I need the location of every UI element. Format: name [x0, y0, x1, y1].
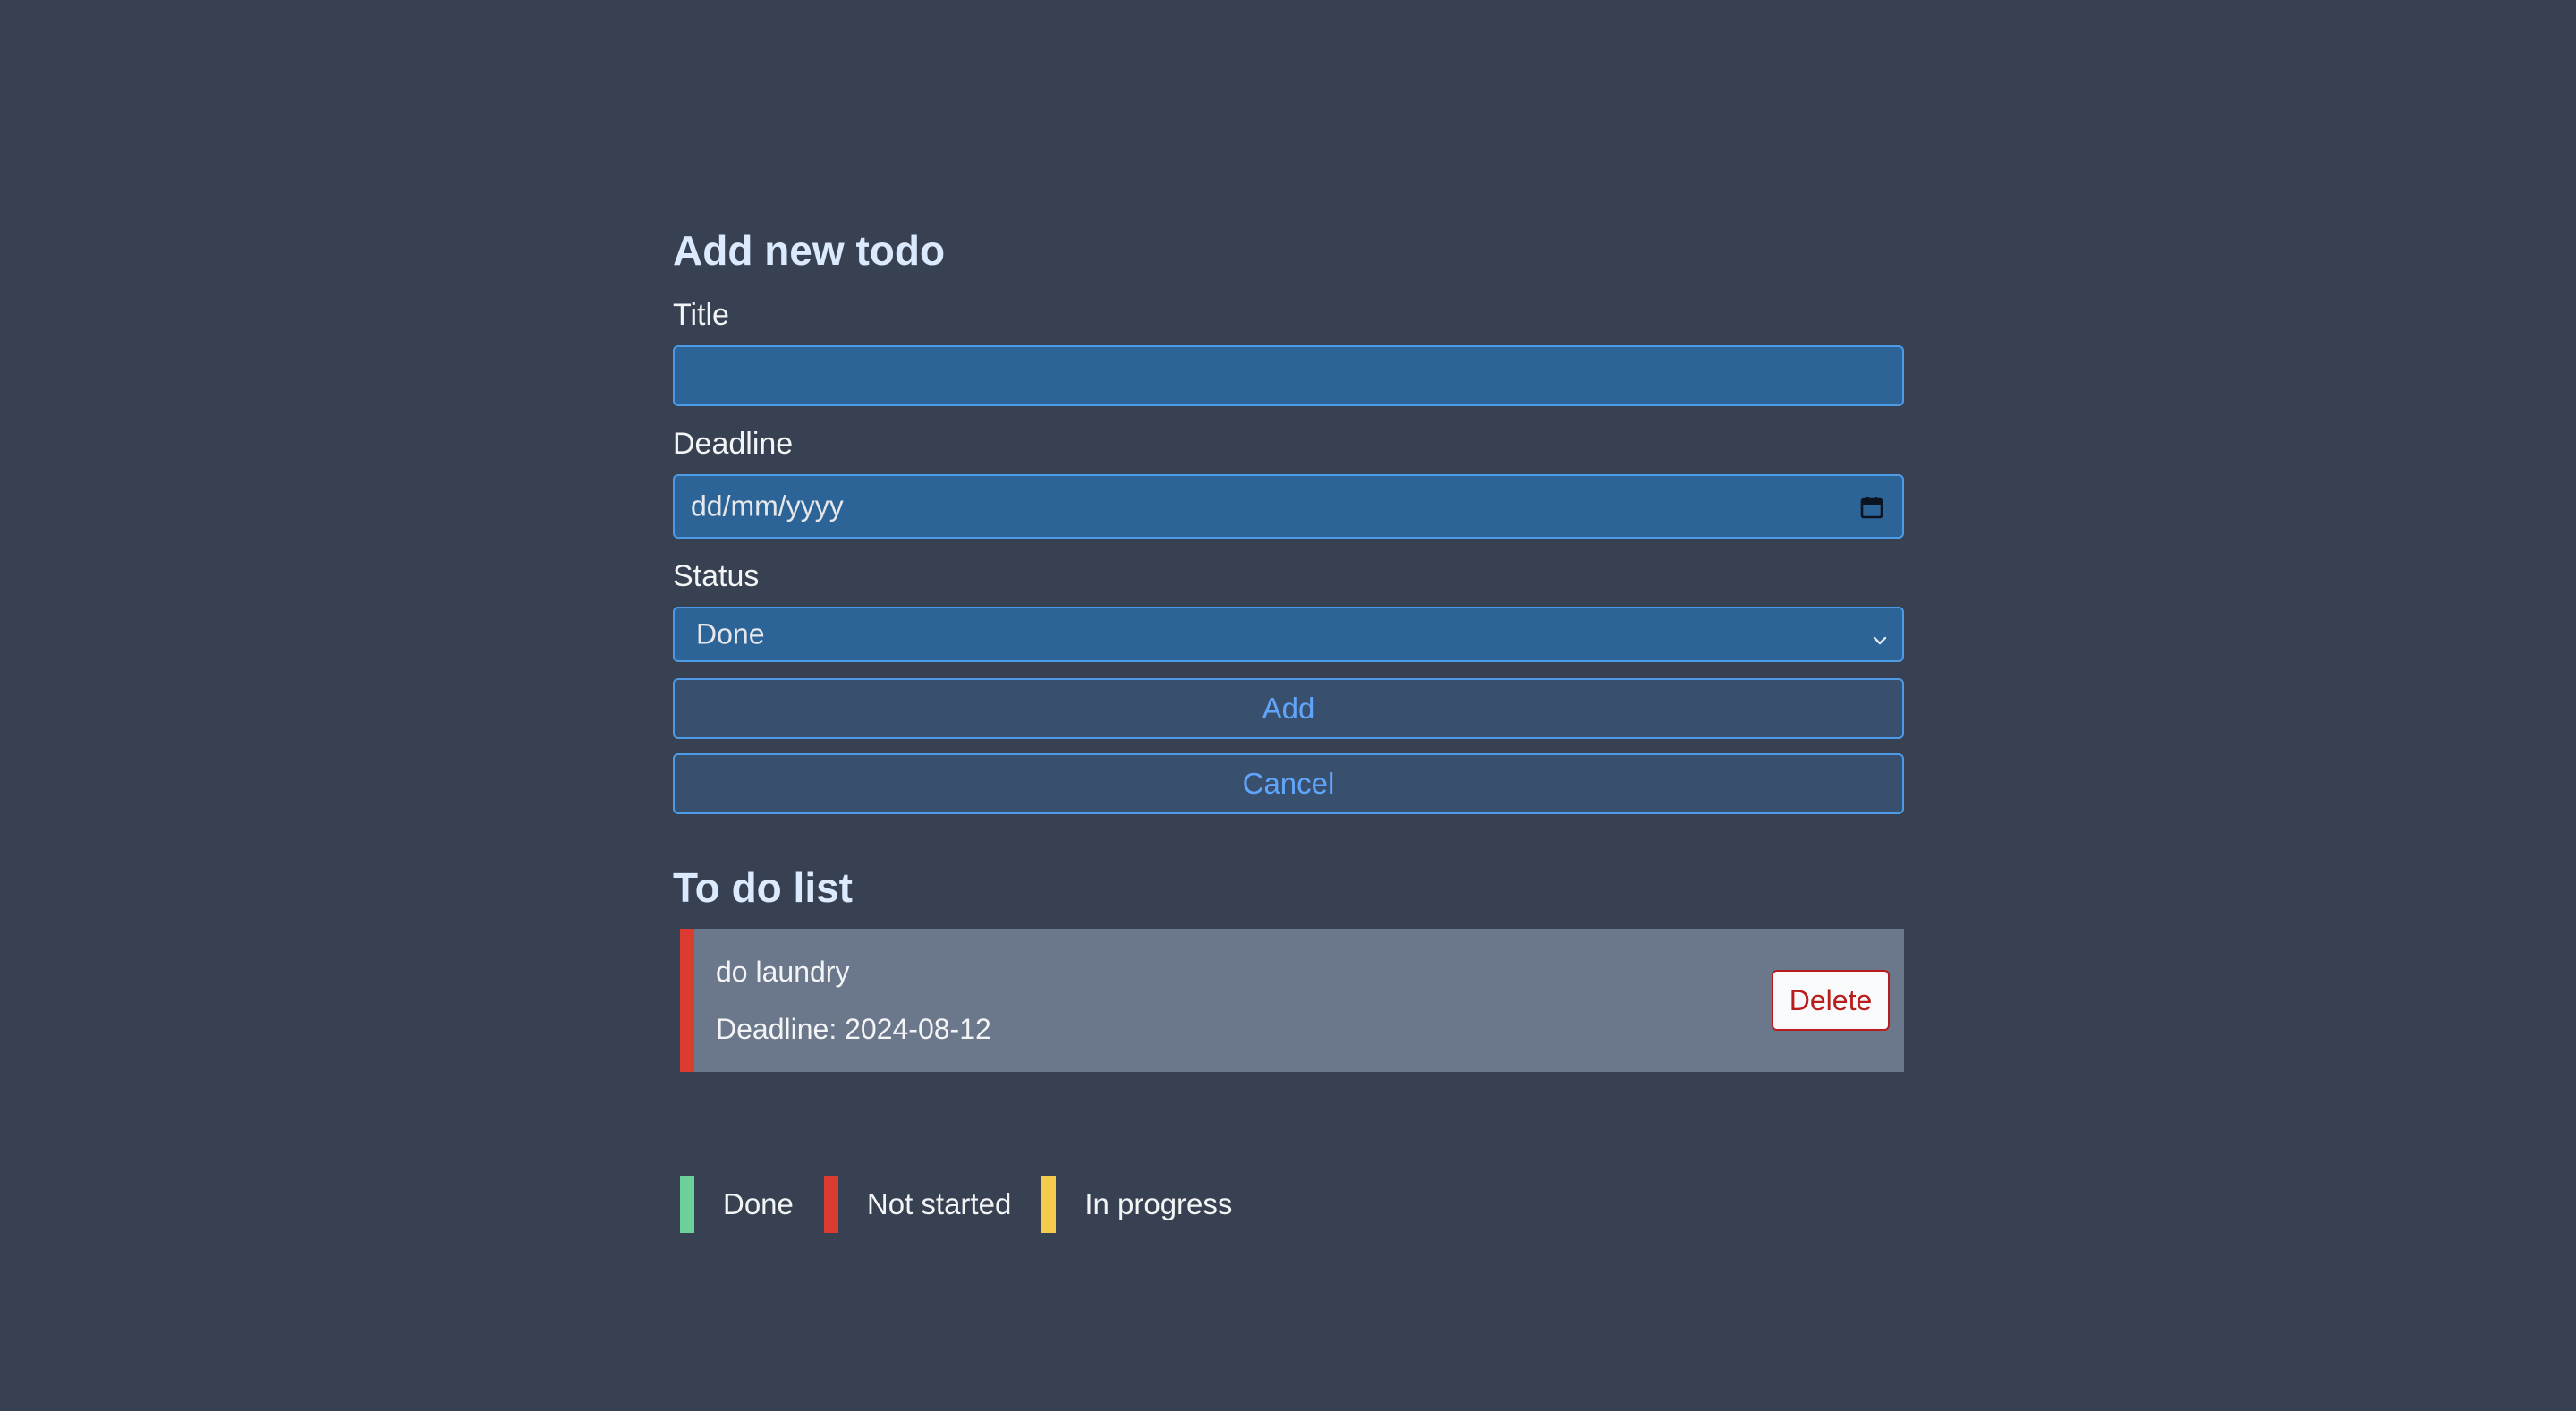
- legend-label-not-started: Not started: [866, 1187, 1012, 1220]
- main-container: Add new todo Title Deadline dd/mm/yyyy S…: [673, 222, 1904, 1072]
- legend-swatch-in-progress: [1041, 1176, 1057, 1233]
- delete-button[interactable]: Delete: [1772, 970, 1890, 1031]
- legend-swatch-not-started: [823, 1176, 838, 1233]
- legend-swatch-done: [680, 1176, 694, 1233]
- chevron-down-icon: [1870, 625, 1890, 645]
- add-todo-heading: Add new todo: [673, 227, 946, 274]
- legend-item-not-started: Not started: [823, 1176, 1012, 1233]
- legend-label-in-progress: In progress: [1084, 1187, 1233, 1220]
- todo-deadline: Deadline: 2024-08-12: [716, 1013, 991, 1045]
- status-selected-value: Done: [696, 617, 765, 650]
- todo-list-heading: To do list: [673, 864, 854, 911]
- status-legend: Done Not started In progress: [680, 1176, 1262, 1233]
- status-select[interactable]: Done: [673, 607, 1904, 662]
- deadline-placeholder: dd/mm/yyyy: [691, 489, 844, 523]
- todo-title: do laundry: [716, 956, 850, 988]
- status-label: Status: [673, 559, 760, 593]
- legend-item-done: Done: [680, 1176, 794, 1233]
- deadline-label: Deadline: [673, 427, 794, 461]
- cancel-button[interactable]: Cancel: [673, 753, 1904, 814]
- legend-item-in-progress: In progress: [1041, 1176, 1232, 1233]
- calendar-icon[interactable]: [1859, 494, 1884, 519]
- todo-item: do laundry Deadline: 2024-08-12 Delete: [680, 929, 1904, 1072]
- deadline-input[interactable]: dd/mm/yyyy: [673, 474, 1904, 539]
- title-label: Title: [673, 298, 729, 332]
- todo-status-indicator: [680, 929, 694, 1072]
- add-button[interactable]: Add: [673, 678, 1904, 739]
- title-input[interactable]: [673, 345, 1904, 406]
- legend-label-done: Done: [723, 1187, 794, 1220]
